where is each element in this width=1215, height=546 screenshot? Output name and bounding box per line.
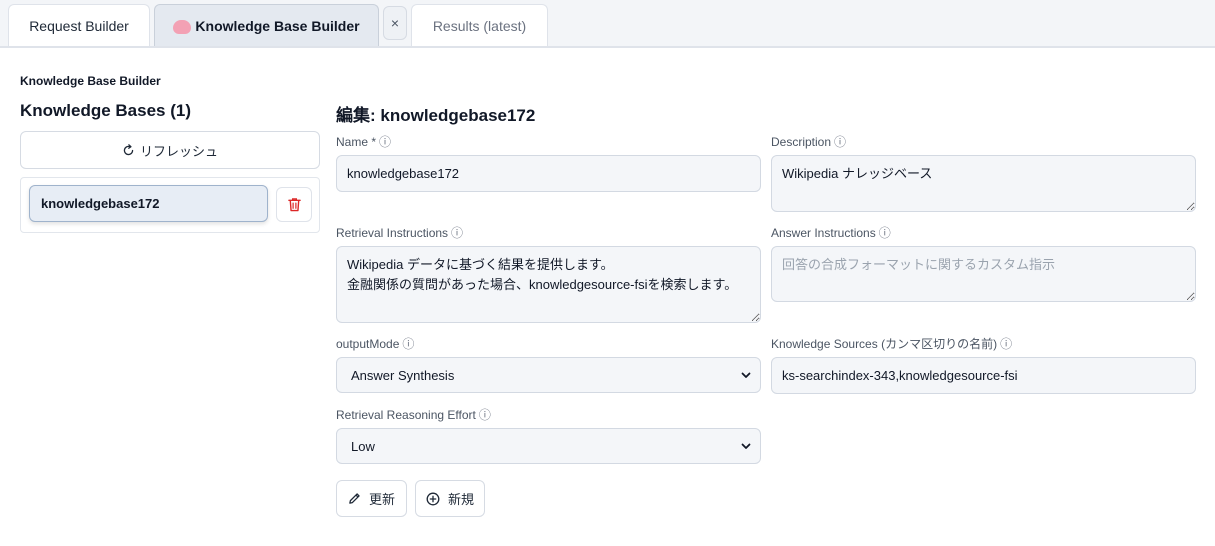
update-button[interactable]: 更新 — [336, 480, 407, 517]
refresh-icon — [123, 143, 134, 155]
info-icon: ⓘ — [878, 226, 891, 240]
description-label: Description ⓘ — [771, 133, 846, 150]
edit-title: 編集: knowledgebase172 — [336, 106, 536, 125]
list-item[interactable]: knowledgebase172 — [29, 185, 268, 222]
retrieval-instructions-label: Retrieval Instructions ⓘ — [336, 224, 463, 241]
output-mode-label-text: outputMode — [336, 337, 400, 351]
info-icon: ⓘ — [451, 226, 464, 240]
knowledge-sources-label: Knowledge Sources (カンマ区切りの名前) ⓘ — [771, 335, 1012, 352]
info-icon: ⓘ — [379, 135, 392, 149]
chevron-down-icon — [741, 372, 751, 378]
knowledge-sources-input[interactable] — [771, 357, 1196, 394]
info-icon: ⓘ — [478, 408, 491, 422]
description-label-text: Description — [771, 135, 832, 149]
tab-knowledge-base-builder[interactable]: Knowledge Base Builder — [154, 4, 379, 46]
delete-button[interactable] — [276, 187, 312, 222]
reasoning-effort-label-text: Retrieval Reasoning Effort — [336, 408, 476, 422]
pencil-icon — [349, 493, 360, 504]
chevron-down-icon — [741, 443, 751, 449]
reasoning-effort-select[interactable]: Low — [336, 428, 761, 464]
info-icon: ⓘ — [834, 135, 847, 149]
description-textarea[interactable]: Wikipedia ナレッジベース — [771, 155, 1196, 212]
retrieval-instructions-textarea[interactable]: Wikipedia データに基づく結果を提供します。 金融関係の質問があった場合… — [336, 246, 761, 323]
tab-label: Results (latest) — [432, 17, 527, 34]
answer-instructions-label-text: Answer Instructions — [771, 226, 876, 240]
new-label: 新規 — [447, 492, 474, 507]
reasoning-effort-label: Retrieval Reasoning Effort ⓘ — [336, 406, 491, 423]
knowledge-base-name: knowledgebase172 — [41, 196, 160, 211]
reasoning-effort-value: Low — [351, 438, 375, 454]
trash-icon — [287, 198, 301, 212]
output-mode-label: outputMode ⓘ — [336, 335, 414, 352]
output-mode-value: Answer Synthesis — [351, 367, 455, 383]
tab-label: Knowledge Base Builder — [195, 17, 360, 34]
output-mode-select[interactable]: Answer Synthesis — [336, 357, 761, 393]
answer-instructions-textarea[interactable] — [771, 246, 1196, 302]
refresh-label: リフレッシュ — [139, 143, 218, 159]
page-title: Knowledge Base Builder — [20, 74, 161, 88]
retrieval-instructions-label-text: Retrieval Instructions — [336, 226, 449, 240]
knowledge-bases-heading: Knowledge Bases (1) — [20, 101, 191, 120]
name-input[interactable] — [336, 155, 761, 192]
new-button[interactable]: 新規 — [415, 480, 485, 517]
update-label: 更新 — [368, 492, 395, 507]
tab-request-builder[interactable]: Request Builder — [8, 4, 150, 46]
knowledge-sources-label-text: Knowledge Sources (カンマ区切りの名前) — [771, 337, 998, 351]
name-label: Name * ⓘ — [336, 133, 391, 150]
tab-results-latest[interactable]: Results (latest) — [411, 4, 548, 46]
name-label-text: Name * — [336, 135, 377, 149]
tab-bar: Request Builder Knowledge Base Builder ×… — [0, 0, 1215, 48]
info-icon: ⓘ — [402, 337, 415, 351]
tab-label: Request Builder — [29, 17, 129, 34]
knowledge-base-list: knowledgebase172 — [20, 177, 320, 233]
info-icon: ⓘ — [1000, 337, 1013, 351]
close-icon: × — [390, 15, 400, 31]
refresh-button[interactable]: リフレッシュ — [20, 131, 320, 169]
brain-icon — [173, 19, 192, 34]
close-tab-button[interactable]: × — [383, 6, 407, 40]
plus-circle-icon — [426, 492, 440, 505]
answer-instructions-label: Answer Instructions ⓘ — [771, 224, 891, 241]
